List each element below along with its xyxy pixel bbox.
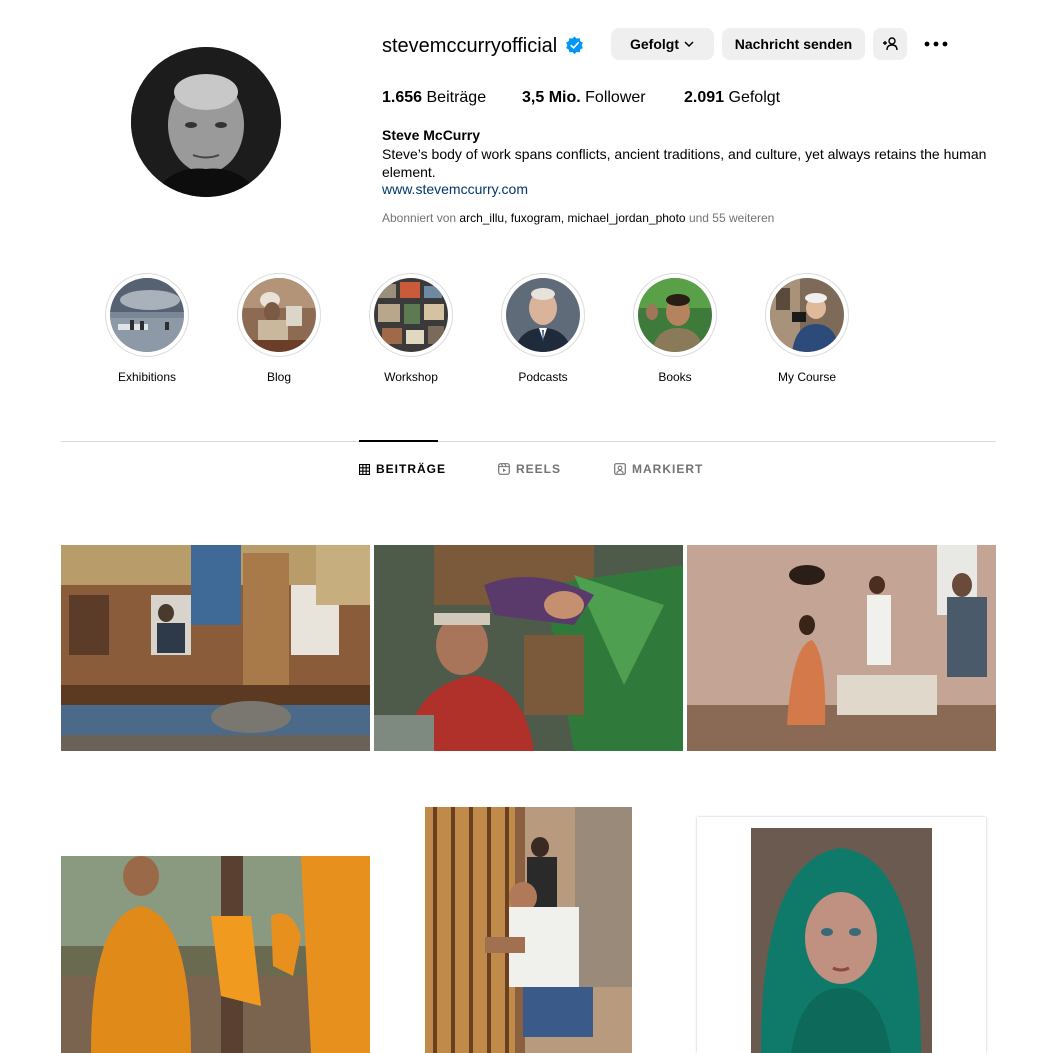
highlight-label: My Course	[777, 370, 836, 384]
highlight-blog[interactable]: Blog	[237, 273, 321, 385]
highlight-exhibitions[interactable]: Exhibitions	[105, 273, 189, 385]
verified-badge-icon	[566, 36, 583, 55]
profile-full-name: Steve McCurry	[382, 127, 481, 143]
highlight-label: Workshop	[384, 370, 438, 384]
highlight-thumbnail	[110, 278, 184, 352]
post-thumbnail[interactable]	[687, 545, 996, 751]
followed-by-text: Abonniert von arch_illu, fuxogram, micha…	[382, 211, 775, 225]
followed-by-user[interactable]: arch_illu	[459, 211, 504, 225]
grid-icon	[359, 463, 370, 475]
active-tab-indicator	[359, 440, 438, 442]
posts-count-value: 1.656	[382, 89, 423, 106]
highlight-thumbnail	[638, 278, 712, 352]
highlight-thumbnail	[506, 278, 580, 352]
post-thumbnail[interactable]	[61, 856, 370, 1053]
highlight-thumbnail	[770, 278, 844, 352]
tagged-icon	[614, 463, 626, 475]
highlight-workshop[interactable]: Workshop	[369, 273, 453, 385]
followers-count-label: Follower	[585, 89, 646, 106]
post-thumbnail[interactable]	[425, 807, 632, 1053]
highlight-podcasts[interactable]: Podcasts	[501, 273, 585, 385]
profile-website-link[interactable]: www.stevemccurry.com	[382, 181, 528, 198]
following-button[interactable]: Gefolgt	[611, 28, 714, 60]
tab-posts-label: BEITRÄGE	[376, 462, 447, 476]
tab-tagged[interactable]: MARKIERT	[614, 461, 703, 477]
post-thumbnail[interactable]	[374, 545, 683, 751]
more-options-icon[interactable]	[922, 33, 950, 55]
posts-count-label: Beiträge	[426, 89, 487, 106]
post-thumbnail[interactable]	[61, 545, 370, 751]
following-count[interactable]: 2.091 Gefolgt	[684, 88, 780, 108]
tab-tagged-label: MARKIERT	[632, 462, 704, 476]
profile-username: stevemccurryofficial	[382, 35, 558, 57]
profile-avatar[interactable]	[131, 47, 281, 197]
following-count-label: Gefolgt	[728, 89, 781, 106]
followers-count-value: 3,5 Mio.	[522, 89, 581, 106]
followed-by-suffix: und 55 weiteren	[688, 211, 775, 225]
following-button-label: Gefolgt	[630, 36, 679, 52]
highlight-thumbnail	[242, 278, 316, 352]
tab-reels-label: REELS	[516, 462, 562, 476]
highlight-thumbnail	[374, 278, 448, 352]
followed-by-user[interactable]: fuxogram	[511, 211, 561, 225]
following-count-value: 2.091	[684, 89, 725, 106]
followers-count[interactable]: 3,5 Mio. Follower	[522, 88, 646, 108]
tabs-divider	[61, 441, 996, 442]
add-person-icon	[883, 37, 898, 51]
followed-by-user[interactable]: michael_jordan_photo	[568, 211, 686, 225]
highlight-books[interactable]: Books	[633, 273, 717, 385]
highlight-label: Podcasts	[518, 370, 568, 384]
send-message-button[interactable]: Nachricht senden	[722, 28, 865, 60]
followed-by-prefix: Abonniert von	[382, 211, 457, 225]
chevron-down-icon	[684, 41, 694, 48]
tab-reels[interactable]: REELS	[498, 461, 561, 477]
posts-count: 1.656 Beiträge	[382, 88, 486, 108]
highlight-label: Books	[658, 370, 692, 384]
send-message-label: Nachricht senden	[734, 36, 853, 52]
suggest-people-button[interactable]	[873, 28, 907, 60]
tab-posts[interactable]: BEITRÄGE	[359, 461, 446, 477]
profile-bio: Steve’s body of work spans conflicts, an…	[382, 146, 987, 180]
highlight-label: Exhibitions	[117, 370, 177, 384]
reels-icon	[498, 463, 510, 475]
post-thumbnail[interactable]	[697, 817, 986, 1053]
highlight-my-course[interactable]: My Course	[765, 273, 849, 385]
highlight-label: Blog	[266, 370, 292, 384]
